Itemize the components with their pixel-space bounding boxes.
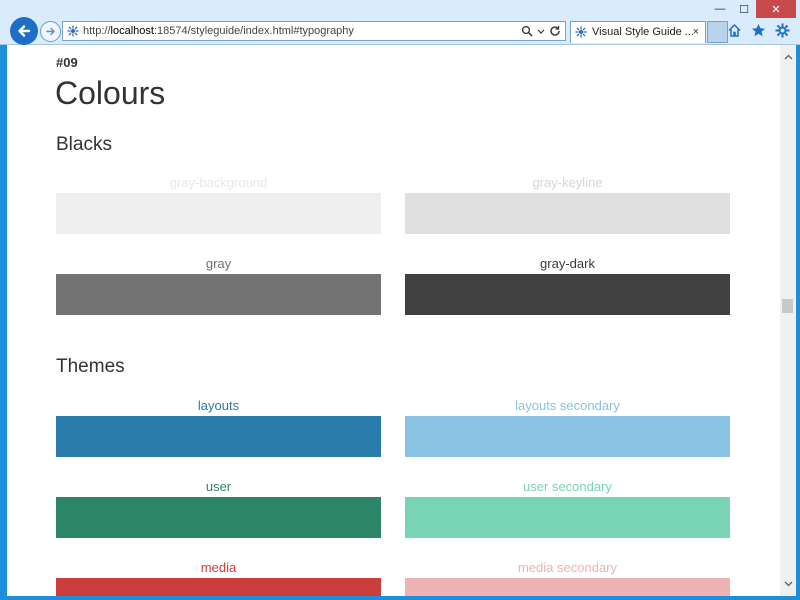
swatch-color-bar bbox=[405, 193, 730, 234]
window-frame-left bbox=[0, 0, 7, 600]
section-number: #09 bbox=[56, 55, 78, 70]
swatch-user: user bbox=[56, 477, 381, 538]
swatch-media-secondary: media secondary bbox=[405, 558, 730, 596]
swatch-color-bar bbox=[405, 274, 730, 315]
url-prefix: http:// bbox=[83, 25, 111, 37]
tab-title: Visual Style Guide ... bbox=[592, 26, 694, 38]
swatch-gray-background: gray-background bbox=[56, 173, 381, 234]
swatch-gray-dark: gray-dark bbox=[405, 254, 730, 315]
swatch-label: user bbox=[205, 479, 232, 494]
new-tab-button[interactable] bbox=[707, 21, 728, 43]
url-text: http://localhost:18574/styleguide/index.… bbox=[83, 22, 354, 40]
swatch-gray-keyline: gray-keyline bbox=[405, 173, 730, 234]
swatch-media: media bbox=[56, 558, 381, 596]
maximize-button[interactable]: ☐ bbox=[732, 0, 756, 18]
vertical-scrollbar[interactable] bbox=[780, 45, 796, 596]
search-icon[interactable] bbox=[521, 25, 533, 37]
forward-button[interactable] bbox=[40, 21, 61, 42]
window-controls: — ☐ ✕ bbox=[708, 0, 796, 18]
tab-close-button[interactable]: × bbox=[693, 22, 699, 42]
browser-actions bbox=[726, 22, 790, 38]
page-title: Colours bbox=[55, 75, 166, 111]
swatch-gray: gray bbox=[56, 254, 381, 315]
group-title-themes: Themes bbox=[56, 356, 125, 377]
url-path: :18574/styleguide/index.html#typography bbox=[153, 25, 354, 37]
site-favicon-icon bbox=[67, 25, 79, 37]
swatch-color-bar bbox=[56, 274, 381, 315]
swatch-user-secondary: user secondary bbox=[405, 477, 730, 538]
close-window-button[interactable]: ✕ bbox=[756, 0, 796, 18]
home-button[interactable] bbox=[726, 22, 742, 38]
chevron-up-icon bbox=[784, 54, 792, 60]
scroll-down-button[interactable] bbox=[780, 576, 796, 592]
swatch-label: user secondary bbox=[523, 479, 612, 494]
scroll-up-button[interactable] bbox=[780, 49, 796, 65]
tools-button[interactable] bbox=[774, 22, 790, 38]
star-icon bbox=[751, 23, 765, 36]
swatch-color-bar bbox=[405, 578, 730, 596]
address-bar[interactable]: http://localhost:18574/styleguide/index.… bbox=[62, 21, 566, 41]
tab-visual-style-guide[interactable]: Visual Style Guide ... × bbox=[570, 21, 706, 43]
swatch-label: layouts bbox=[197, 398, 240, 413]
swatch-label: layouts secondary bbox=[515, 398, 620, 413]
swatch-color-bar bbox=[56, 578, 381, 596]
swatch-label: gray bbox=[205, 256, 232, 271]
back-button[interactable] bbox=[10, 17, 38, 45]
swatch-color-bar bbox=[405, 497, 730, 538]
swatch-color-bar bbox=[405, 416, 730, 457]
swatch-label: gray-background bbox=[169, 175, 268, 190]
swatch-layouts-secondary: layouts secondary bbox=[405, 396, 730, 457]
arrow-left-icon bbox=[18, 25, 31, 37]
window-frame-right bbox=[796, 0, 800, 600]
swatch-label: gray-keyline bbox=[532, 175, 603, 190]
address-bar-actions bbox=[521, 22, 561, 40]
swatch-color-bar bbox=[56, 193, 381, 234]
arrow-right-icon bbox=[46, 27, 55, 36]
refresh-icon[interactable] bbox=[549, 25, 561, 37]
dropdown-chevron-icon[interactable] bbox=[537, 25, 545, 37]
swatch-label: gray-dark bbox=[540, 256, 595, 271]
swatch-layouts: layouts bbox=[56, 396, 381, 457]
swatch-label: media secondary bbox=[518, 560, 617, 575]
home-icon bbox=[727, 23, 741, 37]
browser-toolbar: — ☐ ✕ http://localhost:18574/styleguide/… bbox=[0, 0, 800, 45]
url-host: localhost bbox=[110, 25, 154, 37]
swatch-color-bar bbox=[56, 497, 381, 538]
swatch-label: media bbox=[200, 560, 237, 575]
gear-icon bbox=[775, 23, 789, 37]
page-content: #09 Colours Blacks gray-background gray-… bbox=[7, 45, 780, 596]
minimize-button[interactable]: — bbox=[708, 0, 732, 18]
window-frame-bottom bbox=[0, 596, 800, 600]
favorites-button[interactable] bbox=[750, 22, 766, 38]
tab-favicon-icon bbox=[575, 26, 587, 38]
group-title-blacks: Blacks bbox=[56, 134, 112, 155]
chevron-down-icon bbox=[784, 581, 792, 587]
swatch-color-bar bbox=[56, 416, 381, 457]
scrollbar-thumb[interactable] bbox=[782, 299, 793, 313]
